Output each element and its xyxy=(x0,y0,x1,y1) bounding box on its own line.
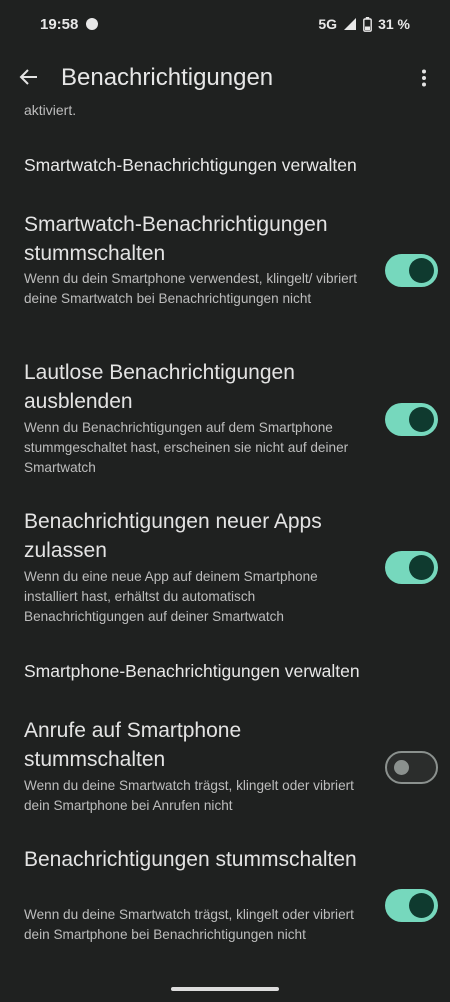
settings-list[interactable]: aktiviert. Smartwatch-Benachrichtigungen… xyxy=(0,100,450,1002)
toggle-switch[interactable] xyxy=(385,254,438,287)
toggle-knob xyxy=(409,893,434,918)
status-bar: 19:58 5G 31 % xyxy=(0,0,450,50)
notification-indicator-icon xyxy=(86,18,98,30)
setting-allow-new-app-notifications[interactable]: Benachrichtigungen neuer Apps zulassen W… xyxy=(0,507,450,632)
setting-description: Wenn du deine Smartwatch trägst, klingel… xyxy=(24,907,354,942)
network-type: 5G xyxy=(318,16,338,32)
section-header-smartwatch: Smartwatch-Benachrichtigungen verwalten xyxy=(24,155,357,175)
setting-description: Wenn du Benachrichtigungen auf dem Smart… xyxy=(24,420,349,475)
setting-hide-silent-notifications[interactable]: Lautlose Benachrichtigungen ausblenden W… xyxy=(0,358,450,483)
setting-title: Benachrichtigungen stummschalten xyxy=(24,848,357,871)
page-title: Benachrichtigungen xyxy=(61,64,274,91)
toggle-switch[interactable] xyxy=(385,751,438,784)
back-button[interactable] xyxy=(12,60,46,94)
app-bar: Benachrichtigungen xyxy=(0,52,450,104)
status-icons: 5G 31 % xyxy=(318,16,410,32)
more-options-button[interactable] xyxy=(408,62,440,94)
setting-title: Lautlose Benachrichtigungen ausblenden xyxy=(24,361,295,413)
toggle-switch[interactable] xyxy=(385,889,438,922)
toggle-knob xyxy=(409,258,434,283)
home-indicator[interactable] xyxy=(171,987,279,991)
previous-setting-text: aktiviert. xyxy=(24,102,77,118)
status-time: 19:58 xyxy=(40,16,79,33)
section-header-smartphone: Smartphone-Benachrichtigungen verwalten xyxy=(24,661,360,681)
setting-description: Wenn du eine neue App auf deinem Smartph… xyxy=(24,569,318,624)
toggle-knob xyxy=(394,760,409,775)
more-vert-icon xyxy=(422,69,426,87)
setting-title: Anrufe auf Smartphone stummschalten xyxy=(24,719,242,771)
setting-mute-smartwatch-notifications[interactable]: Smartwatch-Benachrichtigungen stummschal… xyxy=(0,210,450,335)
setting-mute-notifications[interactable]: Benachrichtigungen stummschalten Wenn du… xyxy=(0,845,450,970)
battery-percent: 31 % xyxy=(378,16,410,32)
setting-description: Wenn du deine Smartwatch trägst, klingel… xyxy=(24,778,354,813)
battery-icon xyxy=(363,16,372,32)
signal-icon xyxy=(343,17,357,31)
setting-description: Wenn du dein Smartphone verwendest, klin… xyxy=(24,271,357,306)
toggle-knob xyxy=(409,555,434,580)
toggle-knob xyxy=(409,407,434,432)
arrow-back-icon xyxy=(19,69,37,85)
setting-mute-calls-on-smartphone[interactable]: Anrufe auf Smartphone stummschalten Wenn… xyxy=(0,716,450,826)
setting-title: Benachrichtigungen neuer Apps zulassen xyxy=(24,510,322,562)
toggle-switch[interactable] xyxy=(385,551,438,584)
setting-title: Smartwatch-Benachrichtigungen stummschal… xyxy=(24,213,328,265)
toggle-switch[interactable] xyxy=(385,403,438,436)
